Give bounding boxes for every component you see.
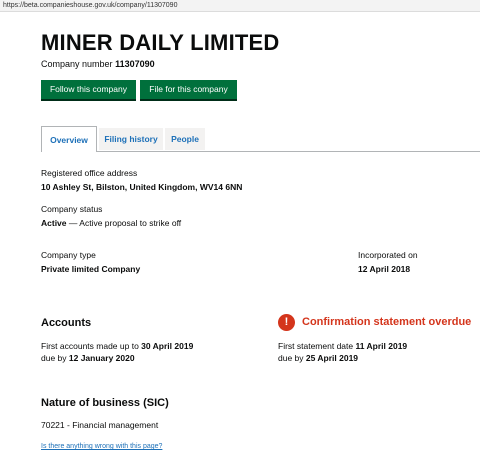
company-status-label: Company status (41, 204, 103, 214)
accounts-made-up-prefix: First accounts made up to (41, 341, 142, 351)
company-status-value: Active (41, 218, 67, 228)
warning-icon: ! (278, 314, 295, 331)
company-status: Active — Active proposal to strike off (41, 218, 181, 228)
incorporated-value: 12 April 2018 (358, 264, 411, 274)
incorporated-label: Incorporated on (358, 250, 418, 260)
sic-code: 70221 (41, 420, 65, 430)
sic-description: - Financial management (64, 420, 159, 430)
company-number: Company number 11307090 (41, 59, 155, 69)
confirmation-statement-prefix: First statement date (278, 341, 356, 351)
confirmation-due-date: 25 April 2019 (305, 353, 359, 363)
accounts-heading: Accounts (41, 317, 92, 329)
confirmation-due: due by 25 April 2019 (278, 353, 358, 363)
follow-company-button[interactable]: Follow this company (41, 80, 136, 99)
registered-address-label: Registered office address (41, 168, 138, 178)
sic-heading: Nature of business (SIC) (41, 397, 169, 409)
accounts-made-up: First accounts made up to 30 April 2019 (41, 341, 193, 351)
company-type-value: Private limited Company (41, 264, 141, 274)
confirmation-statement-date: First statement date 11 April 2019 (278, 341, 407, 351)
company-type-label: Company type (41, 250, 96, 260)
company-number-value: 11307090 (115, 59, 155, 69)
sic-entry: 70221 - Financial management (41, 420, 158, 430)
accounts-made-up-date: 30 April 2019 (141, 341, 194, 351)
page-title: MINER DAILY LIMITED (41, 30, 280, 55)
tab-overview[interactable]: Overview (41, 126, 97, 152)
company-number-label: Company number (41, 59, 113, 69)
tab-people[interactable]: People (165, 128, 205, 150)
accounts-due: due by 12 January 2020 (41, 353, 135, 363)
confirmation-statement-value: 11 April 2019 (355, 341, 408, 351)
company-status-detail: — Active proposal to strike off (66, 218, 182, 228)
file-for-company-button[interactable]: File for this company (140, 80, 237, 99)
browser-url-bar[interactable]: https://beta.companieshouse.gov.uk/compa… (0, 0, 480, 12)
feedback-link[interactable]: Is there anything wrong with this page? (41, 443, 162, 450)
tabs-divider (97, 151, 480, 152)
registered-address-value: 10 Ashley St, Bilston, United Kingdom, W… (41, 182, 243, 192)
confirmation-due-prefix: due by (278, 353, 306, 363)
confirmation-overdue-heading: Confirmation statement overdue (302, 316, 472, 328)
accounts-due-date: 12 January 2020 (68, 353, 135, 363)
url-text: https://beta.companieshouse.gov.uk/compa… (3, 2, 178, 9)
accounts-due-prefix: due by (41, 353, 69, 363)
tab-filing-history[interactable]: Filing history (99, 128, 163, 150)
